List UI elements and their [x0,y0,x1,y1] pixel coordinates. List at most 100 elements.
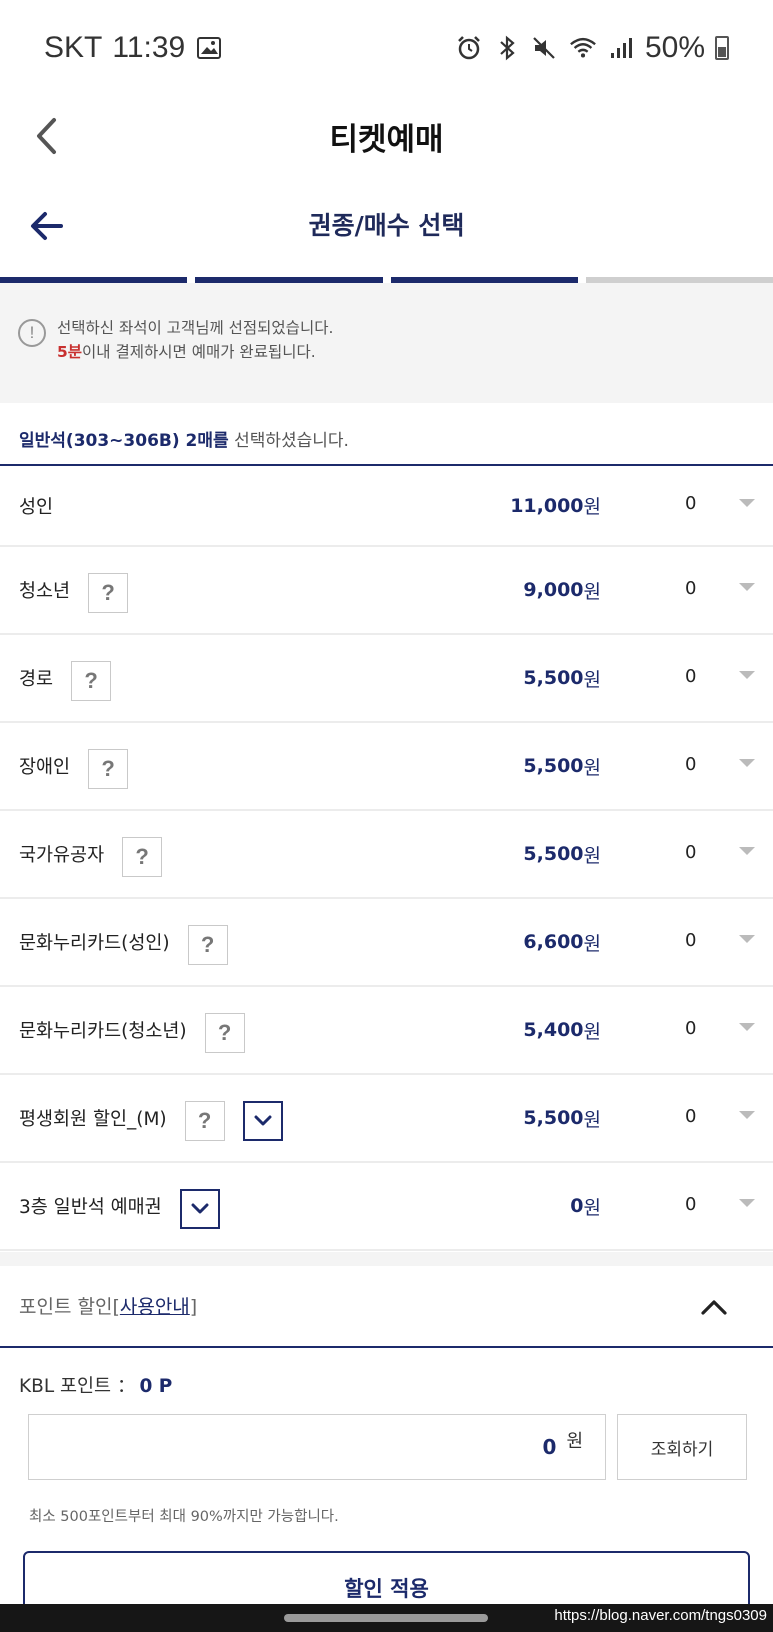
caret-down-icon [739,583,755,591]
quantity-select[interactable]: 0 [675,811,755,897]
quantity-select[interactable]: 0 [675,1075,755,1161]
help-button[interactable]: ? [71,661,112,701]
quantity-select[interactable]: 0 [675,987,755,1073]
quantity-select[interactable]: 0 [675,723,755,809]
quantity-value: 0 [685,1017,697,1039]
caret-down-icon [739,1023,755,1031]
step-title: 권종/매수 선택 [308,211,465,240]
quantity-value: 0 [685,753,697,775]
point-discount-header[interactable]: 포인트 할인[사용안내] [0,1266,773,1348]
chevron-left-icon [37,118,56,154]
help-button[interactable]: ? [204,1013,245,1053]
ticket-row: 문화누리카드(청소년)? 5,400 원 0 [0,987,773,1075]
chevron-down-icon [254,1115,272,1126]
lookup-button[interactable]: 조회하기 [617,1414,747,1480]
quantity-select[interactable]: 0 [675,1163,755,1249]
notice-line-1: 선택하신 좌석이 고객님께 선점되었습니다. [57,319,334,337]
navigation-bar: https://blog.naver.com/tngs0309 [0,1604,773,1632]
page-title: 티켓예매 [329,121,444,158]
kbl-point-line: KBL 포인트 ： 0 P [19,1372,172,1398]
help-button[interactable]: ? [184,1101,225,1141]
quantity-value: 0 [685,929,697,951]
usage-guide-link[interactable]: 사용안내 [120,1296,190,1318]
caret-down-icon [739,498,755,507]
caret-down-icon [739,1199,755,1207]
collapse-toggle[interactable] [699,1292,729,1322]
ticket-price-unit: 원 [583,580,601,603]
ticket-price-unit: 원 [583,496,601,518]
battery-icon [715,36,729,60]
ticket-name-group: 국가유공자? [19,811,163,897]
point-discount-title: 포인트 할인[ [19,1296,120,1318]
ticket-name-group: 3층 일반석 예매권 [19,1163,220,1249]
ticket-price-unit: 원 [583,932,601,955]
ticket-name: 평생회원 할인_(M) [19,1109,167,1130]
notice-time-highlight: 5분 [57,343,83,361]
caret-down-icon [739,1111,755,1119]
quantity-select[interactable]: 0 [675,466,755,545]
chevron-up-icon [701,1300,727,1315]
ticket-price-value: 0 [570,1195,584,1217]
ticket-price-value: 5,500 [523,667,584,689]
quantity-value: 0 [685,1105,697,1127]
ticket-row: 평생회원 할인_(M)? 5,500 원 0 [0,1075,773,1163]
ticket-name-group: 문화누리카드(성인)? [19,899,228,985]
ticket-price-unit: 원 [583,844,601,867]
app-back-button[interactable] [26,114,66,158]
expand-button[interactable] [179,1189,220,1229]
clock: 11:39 [112,31,186,64]
signal-icon [607,34,635,62]
gallery-icon [195,34,223,62]
help-button[interactable]: ? [187,925,228,965]
wifi-icon [569,34,597,62]
notice-text: 선택하신 좌석이 고객님께 선점되었습니다. 5분이내 결제하시면 예매가 완료… [57,316,333,364]
ticket-row: 장애인? 5,500 원 0 [0,723,773,811]
ticket-name: 문화누리카드(성인) [19,933,170,954]
quantity-value: 0 [685,577,697,599]
ticket-price-unit: 원 [583,1108,601,1131]
ticket-row: 성인 11,000 원 0 [0,466,773,547]
ticket-price: 5,500 원 [523,1075,601,1161]
ticket-price-value: 11,000 [510,494,584,517]
ticket-name-group: 청소년? [19,547,129,633]
ticket-price: 9,000 원 [523,547,601,633]
point-amount-input[interactable]: 0 원 [28,1414,606,1480]
ticket-price-unit: 원 [583,756,601,779]
ticket-price: 5,400 원 [523,987,601,1073]
ticket-price: 11,000 원 [510,466,601,545]
section-divider [0,1252,773,1266]
ticket-price-value: 6,600 [523,931,584,953]
kbl-point-value: 0 P [139,1376,173,1397]
ticket-name-group: 경로? [19,635,112,721]
help-button[interactable]: ? [88,749,129,789]
watermark: https://blog.naver.com/tngs0309 [554,1607,767,1624]
step-header: 권종/매수 선택 [0,190,773,270]
ticket-price: 5,500 원 [523,635,601,721]
ticket-price-unit: 원 [583,1020,601,1043]
ticket-price-value: 9,000 [523,579,584,601]
help-button[interactable]: ? [88,573,129,613]
ticket-name: 3층 일반석 예매권 [19,1197,162,1218]
caret-down-icon [739,935,755,943]
ticket-name-group: 문화누리카드(청소년)? [19,987,245,1073]
point-input-unit: 원 [566,1431,583,1452]
quantity-select[interactable]: 0 [675,899,755,985]
quantity-select[interactable]: 0 [675,635,755,721]
quantity-select[interactable]: 0 [675,547,755,633]
status-bar: SKT 11:39 50% [0,0,773,96]
ticket-price-unit: 원 [583,668,601,691]
bluetooth-icon [493,34,521,62]
ticket-name: 문화누리카드(청소년) [19,1021,187,1042]
info-icon: ! [18,319,46,347]
expand-button[interactable] [242,1101,283,1141]
home-handle[interactable] [284,1614,488,1622]
help-button[interactable]: ? [122,837,163,877]
app-header: 티켓예매 [0,96,773,176]
alarm-icon [455,34,483,62]
quantity-value: 0 [685,841,697,863]
quantity-value: 0 [685,493,697,514]
ticket-row: 국가유공자? 5,500 원 0 [0,811,773,899]
ticket-row: 경로? 5,500 원 0 [0,635,773,723]
ticket-name-group: 성인 [19,466,53,545]
caret-down-icon [739,671,755,679]
